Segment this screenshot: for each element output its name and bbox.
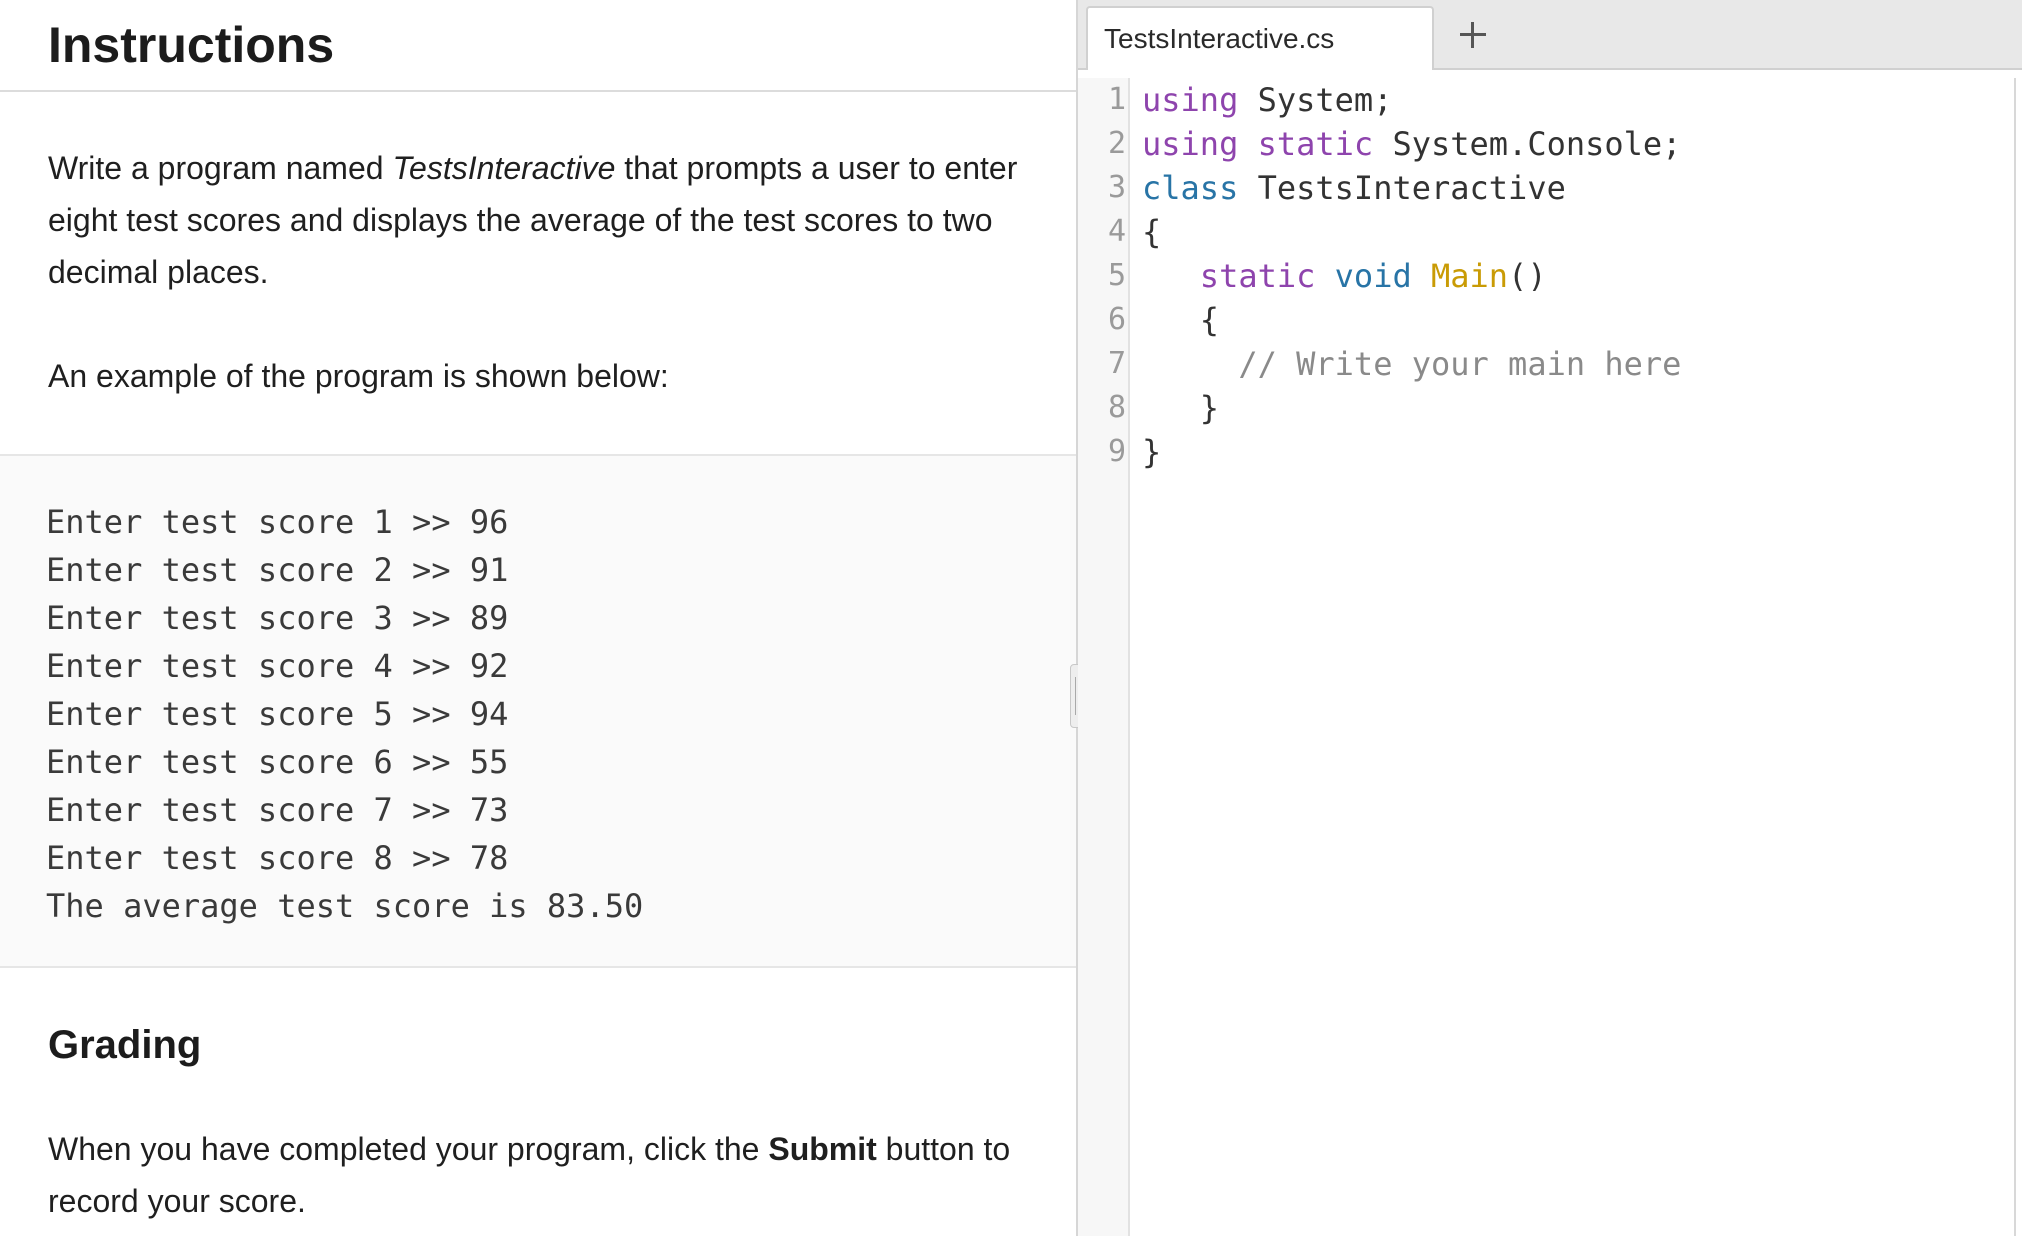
code-token: Main [1430, 257, 1509, 295]
instructions-header: Instructions [0, 0, 1076, 92]
line-number: 3 [1107, 170, 1126, 205]
code-line[interactable]: 2 using static System.Console; [1078, 122, 2008, 166]
code-line[interactable]: 4{ [1078, 210, 2008, 254]
example-output-line: Enter test score 2 >> 91 [46, 551, 509, 589]
code-token: static [1257, 125, 1374, 163]
file-tab[interactable]: TestsInteractive.cs [1086, 6, 1434, 70]
editor-pane: TestsInteractive.cs 1 using System; 2 using… [1078, 0, 2022, 1236]
grading-text: When you have completed your program, cl… [48, 1123, 1028, 1227]
example-output-line: Enter test score 8 >> 78 [46, 839, 509, 877]
line-number: 8 [1107, 390, 1126, 425]
code-token: } [1142, 389, 1220, 427]
grading-text-before: When you have completed your program, cl… [48, 1131, 769, 1167]
code-token: () [1508, 257, 1547, 295]
example-output-block: Enter test score 1 >> 96 Enter test score… [0, 454, 1076, 968]
code-token: System.Console; [1373, 125, 1682, 163]
line-number: 5 [1107, 258, 1126, 293]
instructions-intro: Write a program named TestsInteractive t… [48, 142, 1028, 298]
code-token: class [1142, 169, 1239, 207]
instructions-title: Instructions [48, 17, 335, 73]
line-code: } [1142, 430, 1161, 474]
line-code: // Write your main here [1142, 342, 1681, 386]
code-line[interactable]: 1 using System; [1078, 78, 2008, 122]
code-line[interactable]: 5 static void Main() [1078, 254, 2008, 298]
code-token: void [1334, 257, 1412, 295]
code-line[interactable]: 8 } [1078, 386, 2008, 430]
code-line[interactable]: 3 class TestsInteractive [1078, 166, 2008, 210]
example-output-line: Enter test score 6 >> 55 [46, 743, 509, 781]
line-number: 7 [1107, 346, 1126, 381]
plus-icon[interactable] [1450, 12, 1496, 58]
example-output-line: Enter test score 3 >> 89 [46, 599, 509, 637]
example-output-line: Enter test score 4 >> 92 [46, 647, 509, 685]
file-tab-label: TestsInteractive.cs [1104, 23, 1335, 54]
instructions-pane: Instructions Write a program named Tests… [0, 0, 1076, 1236]
line-code: { [1142, 298, 1219, 342]
code-token: using [1142, 125, 1239, 163]
line-number: 2 [1107, 126, 1126, 161]
example-output-line: Enter test score 5 >> 94 [46, 695, 509, 733]
program-name: TestsInteractive [392, 150, 616, 186]
code-token: using [1142, 81, 1239, 119]
editor-tab-bar: TestsInteractive.cs [1078, 0, 2022, 70]
line-code: using System; [1142, 78, 1392, 122]
example-intro: An example of the program is shown below… [48, 358, 669, 394]
code-line[interactable]: 9} [1078, 430, 2008, 474]
line-code: { [1142, 210, 1161, 254]
intro-text-before: Write a program named [48, 150, 393, 186]
line-number: 4 [1107, 214, 1126, 249]
line-number: 9 [1107, 434, 1126, 469]
example-output-line: Enter test score 7 >> 73 [46, 791, 509, 829]
example-output-lines: Enter test score 1 >> 96 Enter test score… [46, 498, 643, 930]
line-code: } [1142, 386, 1219, 430]
code-token: static [1199, 257, 1316, 295]
example-output-line: The average test score is 83.50 [46, 887, 644, 925]
code-line[interactable]: 6 { [1078, 298, 2008, 342]
code-token: { [1142, 213, 1162, 251]
line-number: 6 [1107, 302, 1126, 337]
grading-title: Grading [48, 1023, 202, 1067]
code-token: // Write your main here [1238, 345, 1682, 383]
code-token: System; [1238, 81, 1393, 119]
line-code: static void Main() [1142, 254, 1547, 298]
line-code: class TestsInteractive [1142, 166, 1566, 210]
code-token: TestsInteractive [1238, 169, 1566, 207]
code-line[interactable]: 7 // Write your main here [1078, 342, 2008, 386]
submit-reference: Submit [768, 1131, 877, 1167]
code-token: { [1142, 301, 1220, 339]
line-number: 1 [1107, 82, 1126, 117]
line-code: using static System.Console; [1142, 122, 1681, 166]
example-output-line: Enter test score 1 >> 96 [46, 503, 509, 541]
code-token: } [1142, 433, 1162, 471]
code-editor[interactable]: 1 using System; 2 using static System.Conso… [1078, 78, 2016, 1236]
